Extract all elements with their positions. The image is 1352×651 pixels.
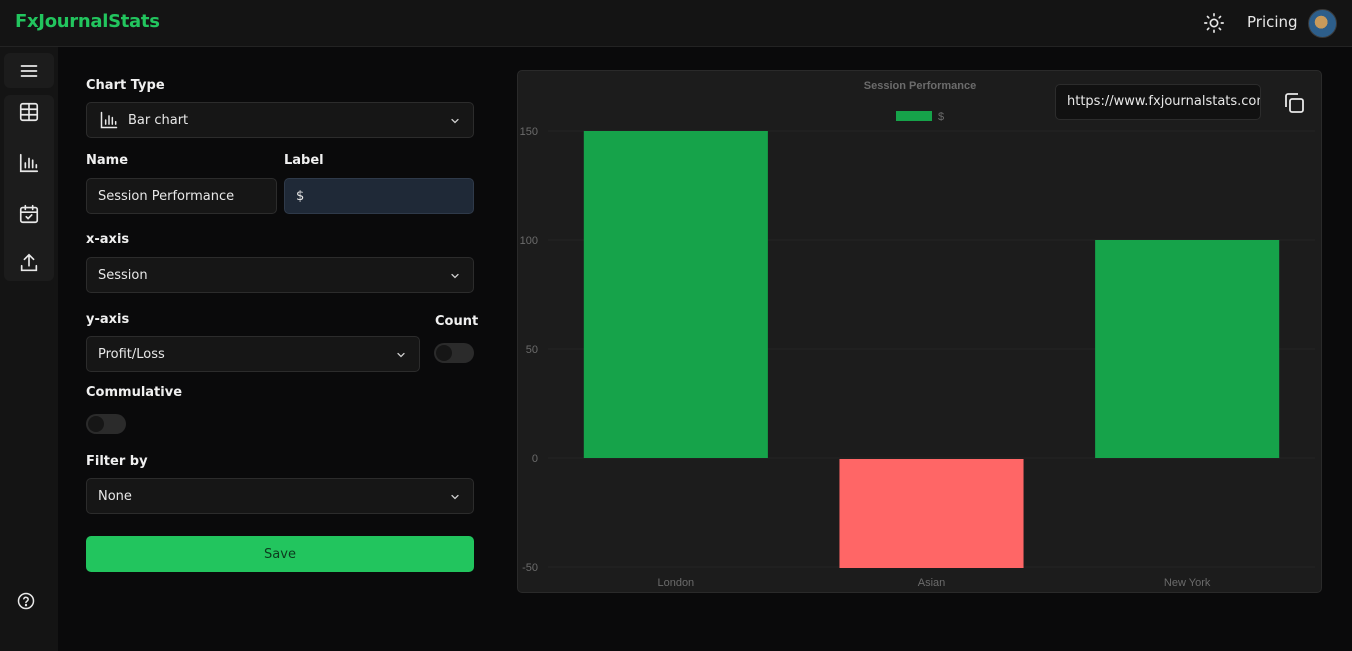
y-tick-label: 100 <box>520 235 538 247</box>
filter-select[interactable]: None <box>86 478 474 514</box>
name-value: Session Performance <box>98 188 235 204</box>
x-tick-label: Asian <box>918 577 946 589</box>
yaxis-select[interactable]: Profit/Loss <box>86 336 420 372</box>
sidebar-nav <box>4 95 54 281</box>
top-bar: FxJournalStats Pricing <box>0 0 1352 47</box>
commulative-label: Commulative <box>86 385 183 400</box>
y-tick-label: -50 <box>522 562 538 574</box>
count-toggle[interactable] <box>434 343 474 363</box>
sidebar <box>0 47 58 651</box>
theme-toggle-sun-icon[interactable] <box>1203 12 1225 34</box>
brand-logo[interactable]: FxJournalStats <box>15 11 160 32</box>
upload-icon[interactable] <box>18 252 40 274</box>
help-icon[interactable] <box>17 592 35 610</box>
bar <box>583 131 768 458</box>
copy-icon[interactable] <box>1282 91 1306 115</box>
bar-chart-icon[interactable] <box>18 152 40 174</box>
pricing-link[interactable]: Pricing <box>1247 13 1298 31</box>
chart-type-label: Chart Type <box>86 78 165 93</box>
name-label: Name <box>86 153 129 168</box>
calendar-check-icon[interactable] <box>18 203 40 225</box>
menu-button[interactable] <box>4 53 54 88</box>
legend-label: $ <box>938 111 944 123</box>
menu-icon <box>20 64 38 77</box>
chart-card: Session Performance $150 100 50 0 -50 London As… <box>517 70 1322 593</box>
commulative-toggle[interactable] <box>86 414 126 434</box>
bar <box>1095 240 1280 458</box>
filter-label: Filter by <box>86 454 148 469</box>
chart-title: Session Performance <box>864 80 977 92</box>
chart-type-select[interactable]: Bar chart <box>86 102 474 138</box>
xaxis-label: x-axis <box>86 232 130 247</box>
y-tick-label: 0 <box>532 453 538 465</box>
xaxis-select[interactable]: Session <box>86 257 474 293</box>
count-label: Count <box>435 314 479 329</box>
bar <box>839 459 1024 568</box>
yaxis-value: Profit/Loss <box>98 346 165 362</box>
y-tick-label: 150 <box>520 126 538 138</box>
yaxis-label: y-axis <box>86 312 130 327</box>
chevron-down-icon <box>451 273 459 279</box>
user-avatar[interactable] <box>1308 9 1337 38</box>
share-url-field[interactable]: https://www.fxjournalstats.com <box>1055 84 1261 120</box>
y-tick-label: 50 <box>526 344 538 356</box>
save-button[interactable]: Save <box>86 536 474 572</box>
x-tick-label: London <box>657 577 694 589</box>
label-value: $ <box>296 188 305 204</box>
bar-chart: Session Performance $150 100 50 0 -50 London As… <box>520 80 1315 589</box>
label-input[interactable]: $ <box>284 178 474 214</box>
chart-type-value: Bar chart <box>128 112 189 128</box>
table-icon[interactable] <box>18 101 40 123</box>
x-tick-label: New York <box>1164 577 1211 589</box>
legend-swatch <box>896 111 932 121</box>
chevron-down-icon <box>451 494 459 500</box>
chevron-down-icon <box>397 352 405 358</box>
xaxis-value: Session <box>98 267 148 283</box>
name-input[interactable]: Session Performance <box>86 178 277 214</box>
label-label: Label <box>284 153 324 168</box>
filter-value: None <box>98 488 132 504</box>
bar-chart-icon <box>100 111 118 129</box>
chevron-down-icon <box>451 118 459 124</box>
